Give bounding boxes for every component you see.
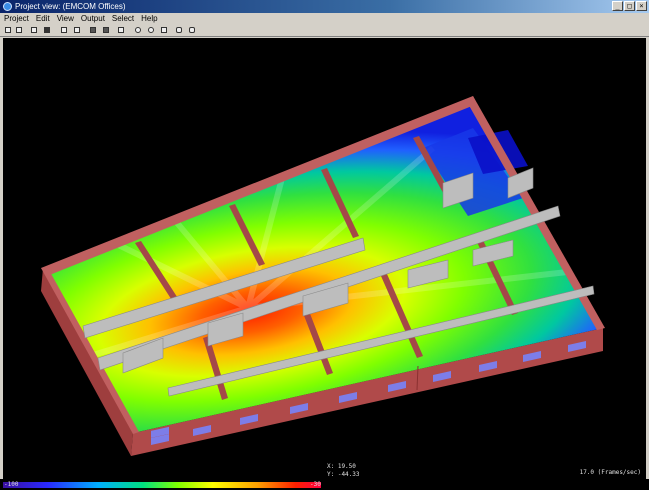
minimize-button[interactable]: _ (612, 1, 623, 11)
new-project-icon[interactable] (3, 25, 13, 35)
signal-legend-bar (3, 482, 321, 488)
zoom-icon[interactable] (159, 25, 169, 35)
close-button[interactable]: × (636, 1, 647, 11)
toolbar (0, 24, 649, 37)
status-bar: -100 -30 X: 19.50 Y: -44.33 17.0 (Frames… (0, 464, 649, 490)
3d-viewport[interactable] (3, 38, 646, 479)
pan-icon[interactable] (133, 25, 143, 35)
settings-icon[interactable] (116, 25, 126, 35)
app-icon (3, 2, 12, 11)
print-icon[interactable] (88, 25, 98, 35)
export-icon[interactable] (101, 25, 111, 35)
title-bar[interactable]: Project view: (EMCOM Offices) _ □ × (0, 0, 649, 13)
coverage-floorplan-3d (41, 96, 605, 456)
cursor-x-readout: X: 19.50 (327, 463, 356, 470)
transmitter-icon[interactable] (174, 25, 184, 35)
menu-view[interactable]: View (53, 13, 77, 24)
open-icon[interactable] (14, 25, 24, 35)
coverage-floor (43, 98, 603, 433)
frame-rate-readout: 17.0 (Frames/sec) (579, 469, 641, 476)
menu-project[interactable]: Project (0, 13, 32, 24)
menu-bar: Project Edit View Output Select Help (0, 13, 649, 24)
copy-icon[interactable] (59, 25, 69, 35)
receiver-icon[interactable] (187, 25, 197, 35)
menu-help[interactable]: Help (137, 13, 160, 24)
rotate-icon[interactable] (146, 25, 156, 35)
menu-select[interactable]: Select (108, 13, 137, 24)
window-icon[interactable] (29, 25, 39, 35)
cursor-y-readout: Y: -44.33 (327, 471, 360, 478)
project-view-window: Project view: (EMCOM Offices) _ □ × Proj… (0, 0, 649, 490)
menu-output[interactable]: Output (77, 13, 108, 24)
menu-edit[interactable]: Edit (32, 13, 53, 24)
save-icon[interactable] (42, 25, 52, 35)
window-controls: _ □ × (612, 1, 647, 11)
restore-button[interactable]: □ (624, 1, 635, 11)
paste-icon[interactable] (72, 25, 82, 35)
legend-max-label: -30 (310, 481, 321, 488)
legend-min-label: -100 (4, 481, 19, 488)
window-title: Project view: (EMCOM Offices) (15, 2, 126, 11)
